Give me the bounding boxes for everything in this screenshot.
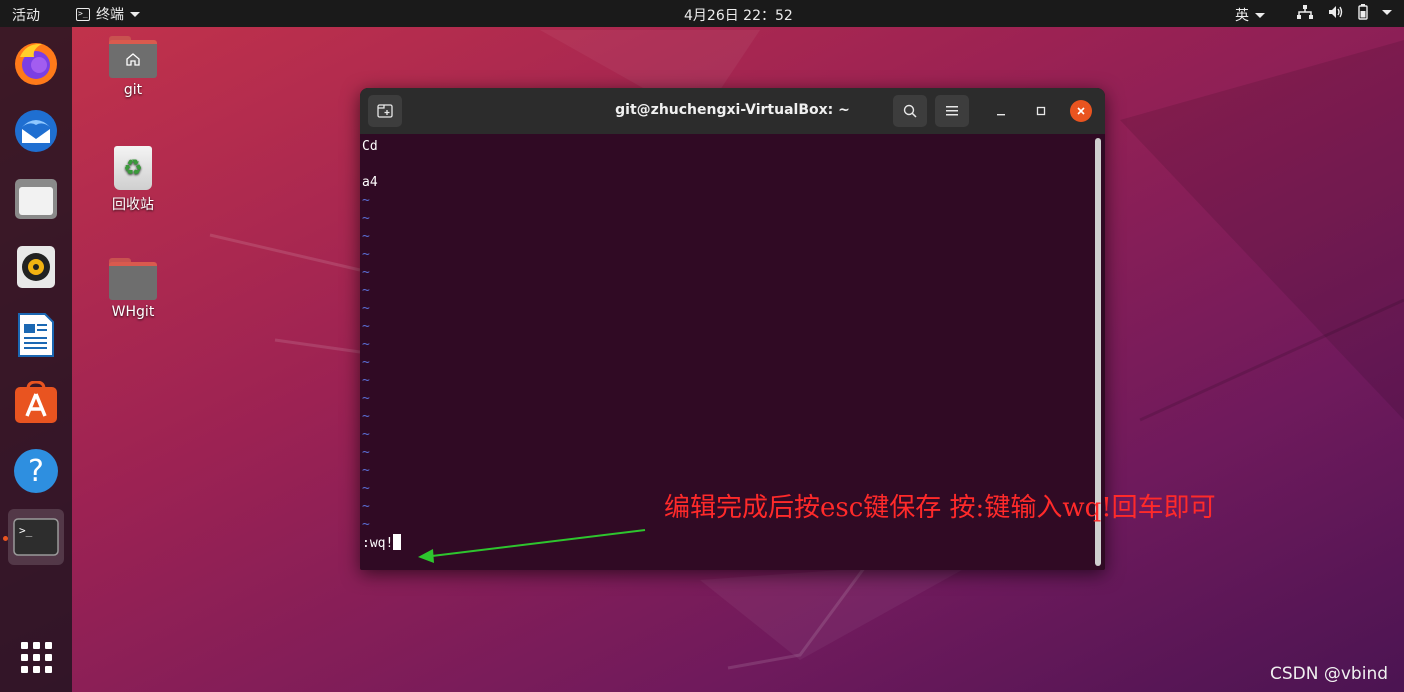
- vim-empty-line: ~: [362, 319, 370, 334]
- network-icon: [1297, 5, 1313, 19]
- svg-text:>_: >_: [19, 524, 33, 537]
- vim-empty-line: ~: [362, 337, 370, 352]
- vim-empty-line: ~: [362, 391, 370, 406]
- software-center-icon: [15, 381, 57, 423]
- show-applications-button[interactable]: [8, 629, 64, 685]
- vim-empty-line: ~: [362, 463, 370, 478]
- vim-empty-line: ~: [362, 445, 370, 460]
- trash-icon: ♻: [114, 146, 152, 190]
- dock-firefox[interactable]: [8, 35, 64, 91]
- desktop-icon-label: 回收站: [112, 197, 154, 213]
- clock[interactable]: 4月26日 22：52: [684, 5, 793, 25]
- vim-empty-line: ~: [362, 355, 370, 370]
- input-method-menu[interactable]: 英: [1235, 5, 1265, 25]
- activities-button[interactable]: 活动: [12, 5, 40, 25]
- vim-empty-line: ~: [362, 265, 370, 280]
- maximize-button[interactable]: [1030, 100, 1052, 122]
- terminal-line: Cd: [362, 139, 378, 154]
- dock-terminal[interactable]: >_: [8, 509, 64, 565]
- text-cursor: [393, 534, 402, 550]
- chevron-down-icon: [1382, 9, 1392, 15]
- rhythmbox-icon: [17, 246, 55, 288]
- libreoffice-writer-icon: [18, 313, 54, 357]
- home-folder-icon: [109, 36, 157, 78]
- dock-thunderbird[interactable]: [8, 103, 64, 159]
- chevron-down-icon: [1255, 12, 1265, 18]
- vim-command-text: :wq!: [362, 536, 394, 551]
- minimize-icon: [997, 114, 1005, 116]
- volume-icon: [1329, 6, 1343, 18]
- desktop-icon-whgit[interactable]: WHgit: [93, 258, 173, 320]
- svg-text:?: ?: [28, 454, 44, 489]
- terminal-headerbar[interactable]: git@zhuchengxi-VirtualBox: ~: [360, 88, 1105, 134]
- dock-libreoffice-writer[interactable]: [8, 307, 64, 363]
- minimize-button[interactable]: [990, 100, 1012, 122]
- top-bar: 活动 >_ 终端 4月26日 22：52 英: [0, 0, 1404, 27]
- vim-empty-line: ~: [362, 427, 370, 442]
- vim-empty-line: ~: [362, 283, 370, 298]
- annotation-text: 编辑完成后按esc键保存 按:键输入wq!回车即可: [664, 493, 1216, 523]
- folder-icon: [109, 258, 157, 300]
- vim-command-line[interactable]: :wq!: [362, 534, 1092, 552]
- app-menu-label: 终端: [96, 7, 124, 23]
- watermark: CSDN @vbind: [1270, 664, 1389, 684]
- input-method-label: 英: [1235, 8, 1249, 24]
- vim-empty-line: ~: [362, 373, 370, 388]
- chevron-down-icon: [130, 11, 140, 17]
- vim-empty-line: ~: [362, 229, 370, 244]
- desktop-icon-trash[interactable]: ♻ 回收站: [93, 146, 173, 214]
- hamburger-menu-icon: [946, 106, 958, 116]
- desktop-icon-git[interactable]: git: [93, 36, 173, 98]
- desktop-icon-label: WHgit: [111, 304, 155, 320]
- desktop-icon-label: git: [123, 82, 143, 98]
- dock-help[interactable]: ?: [8, 443, 64, 499]
- thunderbird-icon: [15, 110, 57, 152]
- vim-empty-line: ~: [362, 409, 370, 424]
- dock: ? >_: [0, 27, 72, 692]
- dock-software-center[interactable]: [8, 375, 64, 431]
- help-icon: ?: [14, 449, 58, 493]
- dock-files[interactable]: [8, 171, 64, 227]
- terminal-icon: >_: [13, 518, 59, 556]
- menu-button[interactable]: [935, 95, 969, 127]
- terminal-line: a4: [362, 175, 378, 190]
- app-menu[interactable]: >_ 终端: [76, 4, 140, 24]
- firefox-icon: [15, 43, 57, 85]
- close-button[interactable]: [1070, 100, 1092, 122]
- files-icon: [15, 179, 57, 219]
- vim-empty-line: ~: [362, 247, 370, 262]
- maximize-icon: [1036, 106, 1046, 116]
- vim-empty-line: ~: [362, 301, 370, 316]
- search-button[interactable]: [893, 95, 927, 127]
- close-icon: [1077, 107, 1085, 115]
- battery-icon: [1358, 4, 1368, 20]
- system-status-menu[interactable]: [1296, 4, 1392, 20]
- search-icon: [903, 104, 917, 118]
- terminal-mini-icon: >_: [76, 7, 90, 21]
- dock-rhythmbox[interactable]: [8, 239, 64, 295]
- show-apps-icon: [20, 641, 52, 673]
- vim-empty-line: ~: [362, 193, 370, 208]
- vim-empty-line: ~: [362, 211, 370, 226]
